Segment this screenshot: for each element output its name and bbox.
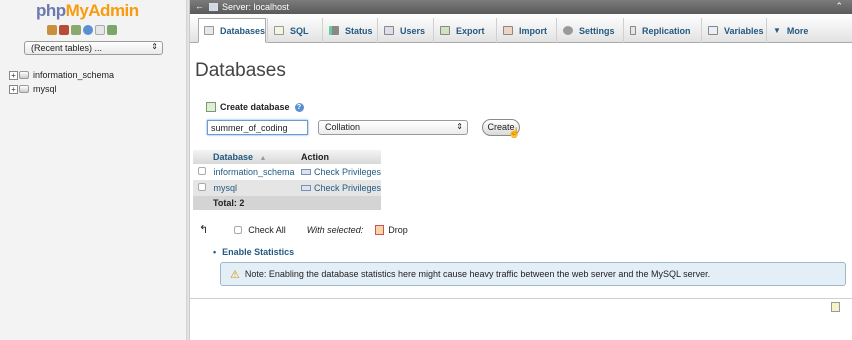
bullet-icon: • <box>213 247 217 257</box>
notice-text: Note: Enabling the database statistics h… <box>244 269 711 279</box>
page-title: Databases <box>195 60 286 81</box>
select-arrows-icon: ⇕ <box>456 122 463 131</box>
phpmyadmin-logo[interactable]: phpMyAdmin <box>36 1 139 21</box>
row-checkbox[interactable] <box>198 167 206 175</box>
sort-ascending-icon: ▲ <box>259 155 267 162</box>
quick-links <box>47 25 117 35</box>
docs-icon[interactable] <box>95 25 105 35</box>
home-icon[interactable] <box>47 25 57 35</box>
collapse-icon[interactable]: ⌃ <box>835 1 843 12</box>
main-frame: ← Server: localhost ⌃ Databases SQL Stat… <box>190 0 852 340</box>
table-total-row: Total: 2 <box>193 196 381 210</box>
tab-replication[interactable]: Replication <box>623 18 701 43</box>
select-arrow-icon: ↰ <box>199 224 209 236</box>
database-icon <box>19 71 29 79</box>
hand-cursor-icon: ☝ <box>508 128 521 139</box>
import-icon <box>503 26 513 35</box>
bulk-actions: ↰ Check All With selected: Drop <box>199 223 408 236</box>
console-icon[interactable] <box>831 302 840 312</box>
more-icon: ▼ <box>773 26 781 35</box>
database-icon <box>19 85 29 93</box>
privileges-icon <box>300 169 311 175</box>
server-breadcrumb[interactable]: Server: localhost <box>222 2 289 12</box>
create-database-label: Create database ? <box>206 102 304 112</box>
warning-icon: ⚠ <box>230 268 240 281</box>
expand-icon[interactable]: + <box>9 70 18 80</box>
settings-icon <box>563 26 573 35</box>
total-count: Total: 2 <box>193 196 297 210</box>
sql-icon <box>274 26 284 35</box>
database-link[interactable]: information_schema <box>214 167 295 177</box>
server-tabs: Databases SQL Status Users Export Import… <box>190 14 852 43</box>
column-header-action: Action <box>296 150 381 164</box>
check-privileges-link[interactable]: Check Privileges <box>314 167 381 177</box>
help-icon[interactable]: ? <box>294 102 304 112</box>
check-all-label[interactable]: Check All <box>248 225 286 235</box>
export-icon <box>440 26 450 35</box>
tree-item-information-schema[interactable]: + information_schema <box>9 68 114 82</box>
column-header-database[interactable]: Database ▲ <box>193 150 297 164</box>
database-tree: + information_schema + mysql <box>9 68 114 96</box>
recent-tables-select[interactable]: (Recent tables) ... ⇕ <box>24 41 163 55</box>
server-icon <box>209 3 218 11</box>
tab-variables[interactable]: Variables <box>701 18 766 43</box>
settings-icon[interactable] <box>107 25 117 35</box>
sql-query-icon[interactable] <box>71 25 81 35</box>
tab-settings[interactable]: Settings <box>556 18 623 43</box>
variables-icon <box>708 26 718 35</box>
tab-users[interactable]: Users <box>377 18 433 43</box>
users-icon <box>384 26 394 35</box>
replication-icon <box>630 26 636 35</box>
divider <box>190 298 852 299</box>
enable-statistics: • Enable Statistics <box>213 247 294 257</box>
table-row: mysql Check Privileges <box>193 180 381 196</box>
info-icon[interactable] <box>83 25 93 35</box>
status-icon <box>329 26 339 35</box>
check-all-checkbox[interactable] <box>234 225 243 234</box>
server-breadcrumb-bar: ← Server: localhost ⌃ <box>190 0 852 14</box>
tree-item-mysql[interactable]: + mysql <box>9 82 114 96</box>
tab-databases[interactable]: Databases <box>198 18 266 43</box>
expand-icon[interactable]: + <box>9 84 18 94</box>
row-checkbox[interactable] <box>198 183 206 191</box>
back-arrow-icon[interactable]: ← <box>195 1 204 11</box>
tab-sql[interactable]: SQL <box>267 18 322 43</box>
drop-icon[interactable] <box>375 224 385 235</box>
table-row: information_schema Check Privileges <box>193 164 381 180</box>
databases-table: Database ▲ Action information_schema Che… <box>193 150 381 210</box>
create-database-icon <box>206 102 216 112</box>
collation-select[interactable]: Collation ⇕ <box>318 120 468 135</box>
tab-export[interactable]: Export <box>433 18 496 43</box>
tab-import[interactable]: Import <box>496 18 556 43</box>
navigation-panel: phpMyAdmin (Recent tables) ... ⇕ + infor… <box>0 0 187 340</box>
check-privileges-link[interactable]: Check Privileges <box>314 183 381 193</box>
privileges-icon <box>300 185 311 191</box>
with-selected-label: With selected: <box>306 224 364 235</box>
tab-more[interactable]: ▼ More <box>766 18 826 43</box>
exit-icon[interactable] <box>59 25 69 35</box>
statistics-notice: ⚠ Note: Enabling the database statistics… <box>220 262 846 286</box>
enable-statistics-link[interactable]: Enable Statistics <box>222 247 294 257</box>
select-arrows-icon: ⇕ <box>151 42 158 51</box>
databases-icon <box>204 26 214 35</box>
database-name-input[interactable] <box>207 120 308 135</box>
database-link[interactable]: mysql <box>214 183 238 193</box>
tab-status[interactable]: Status <box>322 18 377 43</box>
drop-button[interactable]: Drop <box>388 225 408 235</box>
